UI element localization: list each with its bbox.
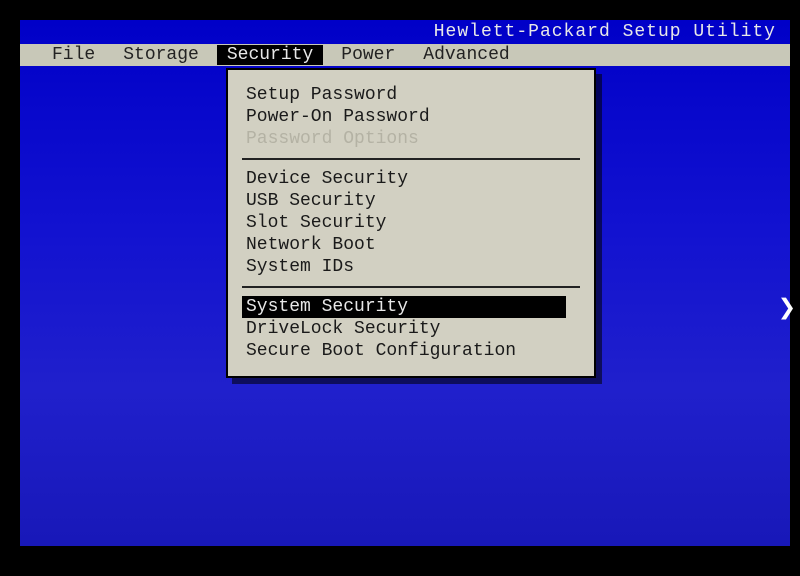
tab-storage[interactable]: Storage: [113, 45, 209, 65]
menu-drivelock-security[interactable]: DriveLock Security: [228, 318, 594, 340]
tab-power[interactable]: Power: [331, 45, 405, 65]
menu-system-security[interactable]: System Security: [242, 296, 566, 318]
tab-security[interactable]: Security: [217, 45, 323, 65]
menu-usb-security[interactable]: USB Security: [228, 190, 594, 212]
menu-system-ids[interactable]: System IDs: [228, 256, 594, 278]
chevron-right-icon: ❯: [778, 290, 796, 327]
utility-title: Hewlett-Packard Setup Utility: [20, 20, 790, 44]
menu-slot-security[interactable]: Slot Security: [228, 212, 594, 234]
tab-file[interactable]: File: [42, 45, 105, 65]
security-dropdown: Setup Password Power-On Password Passwor…: [226, 68, 596, 378]
menu-setup-password[interactable]: Setup Password: [228, 84, 594, 106]
menu-separator: [242, 158, 580, 160]
menubar: File Storage Security Power Advanced: [20, 44, 790, 66]
menu-password-options: Password Options: [228, 128, 594, 150]
menu-device-security[interactable]: Device Security: [228, 168, 594, 190]
menu-network-boot[interactable]: Network Boot: [228, 234, 594, 256]
menu-secure-boot-configuration[interactable]: Secure Boot Configuration: [228, 340, 594, 362]
menu-separator: [242, 286, 580, 288]
tab-advanced[interactable]: Advanced: [413, 45, 519, 65]
menu-poweron-password[interactable]: Power-On Password: [228, 106, 594, 128]
